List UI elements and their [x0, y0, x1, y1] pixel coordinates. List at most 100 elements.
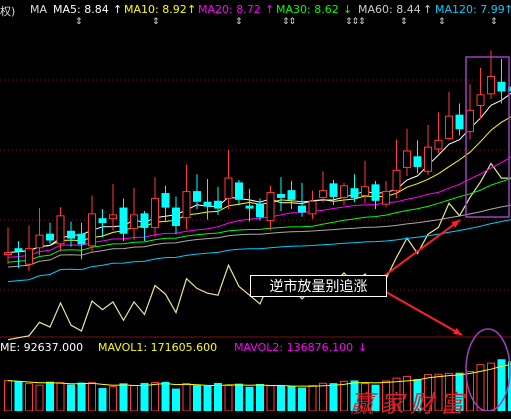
ma120-arrow-icon: ↑: [504, 3, 511, 16]
volume-bar: [47, 382, 54, 411]
signal-arrow-icon: ⇕: [400, 17, 407, 27]
volume-bar: [5, 381, 12, 411]
candle-body: [89, 214, 96, 246]
candle-body: [120, 208, 127, 233]
volume-bar: [194, 386, 201, 411]
candle-body: [299, 206, 306, 212]
candle-body: [456, 115, 463, 129]
candle-body: [173, 208, 180, 225]
ma5-arrow-icon: ↑: [113, 3, 122, 16]
annotation-box: 逆市放量别追涨: [250, 275, 387, 297]
candle-body: [162, 194, 169, 208]
candle-body: [257, 204, 264, 217]
candle-body: [414, 157, 421, 167]
volume-bar: [162, 382, 169, 411]
candle-body: [246, 206, 253, 208]
legend-ma-tag: MA: [30, 3, 47, 16]
candle-body: [15, 249, 22, 251]
volume-bar: [152, 383, 159, 411]
legend-ma120: MA120: 7.99: [435, 3, 505, 16]
candle-body: [47, 234, 54, 240]
candle-body: [404, 151, 411, 167]
ma20-arrow-icon: ↑: [265, 3, 274, 16]
legend-ma10: MA10: 8.92: [124, 3, 187, 16]
candle-body: [278, 195, 285, 198]
candle-body: [99, 219, 106, 223]
signal-arrow-icon: ⇕: [75, 17, 82, 27]
candle-body: [152, 198, 159, 227]
candle-body: [194, 192, 201, 202]
volume-bar: [299, 388, 306, 411]
candle-body: [362, 187, 369, 196]
candle-body: [131, 215, 138, 229]
legend-ma5: MA5: 8.84: [53, 3, 109, 16]
legend-ma30: MA30: 8.62: [276, 3, 339, 16]
candle-body: [225, 178, 232, 198]
signal-arrow-icon: ⇕⇕⇕: [345, 17, 365, 27]
candle-body: [288, 191, 295, 200]
volume-bar: [215, 383, 222, 411]
volume-bar: [110, 387, 117, 411]
candle-body: [36, 235, 43, 248]
signal-arrow-icon: ⇕: [235, 17, 242, 27]
candle-body: [425, 147, 432, 171]
volume-bar: [320, 383, 327, 411]
candle-body: [141, 214, 148, 228]
legend-mavol1: MAVOL1: 171605.600: [98, 341, 217, 354]
legend-ma60: MA60: 8.44: [358, 3, 421, 16]
watermark-logo: 赢家财富: [350, 384, 470, 419]
signal-arrow-icon: ⇕: [490, 17, 497, 27]
candle-body: [57, 216, 64, 244]
volume-bar: [278, 386, 285, 411]
volume-bar: [341, 381, 348, 411]
volume-bar: [267, 386, 274, 411]
ma10-arrow-icon: ↑: [187, 3, 196, 16]
candle-body: [341, 186, 348, 198]
signal-arrow-icon: ⇕⇕: [282, 17, 295, 27]
legend-ma20: MA20: 8.72: [198, 3, 261, 16]
candle-body: [5, 253, 12, 255]
ma-long-line: [8, 164, 511, 340]
volume-bar: [257, 385, 264, 412]
candle-body: [236, 183, 243, 199]
ma30-arrow-icon: ↓: [343, 3, 352, 16]
candle-body: [498, 82, 505, 91]
volume-bar: [89, 383, 96, 411]
volume-bar: [488, 363, 495, 411]
candle-body: [351, 189, 358, 198]
annotation-text: 逆市放量别追涨: [270, 276, 368, 296]
volume-legend: ME: 92637.000 MAVOL1: 171605.600 MAVOL2:…: [0, 340, 511, 356]
volume-bar: [78, 383, 85, 411]
volume-bar: [99, 389, 106, 411]
volume-bar: [309, 386, 316, 411]
candle-body: [446, 116, 453, 138]
volume-bar: [288, 386, 295, 411]
candle-body: [204, 202, 211, 206]
arrow-to-volume: [386, 292, 462, 335]
candle-body: [330, 184, 337, 197]
ma10-line: [8, 116, 511, 252]
volume-bar: [15, 382, 22, 411]
arrow-to-candles: [384, 220, 460, 276]
volume-bar: [26, 384, 33, 411]
legend-mavol2: MAVOL2: 136876.100: [234, 341, 353, 354]
candle-body: [183, 192, 190, 218]
volume-bar: [246, 387, 253, 411]
candle-body: [110, 215, 117, 219]
candle-body: [383, 192, 390, 205]
mavol2-arrow-icon: ↓: [358, 341, 367, 354]
signal-arrow-icon: ⇕: [438, 17, 445, 27]
legend-volume: ME: 92637.000: [0, 341, 83, 354]
candle-body: [467, 110, 474, 131]
candle-body: [267, 193, 274, 221]
candle-body: [309, 201, 316, 214]
candle-body: [435, 140, 442, 149]
volume-bar: [236, 384, 243, 411]
volume-bar: [131, 386, 138, 411]
volume-bar: [225, 386, 232, 411]
candle-body: [78, 234, 85, 244]
volume-bar: [120, 384, 127, 411]
volume-bar: [204, 386, 211, 411]
volume-bar: [68, 385, 75, 411]
volume-bar: [330, 384, 337, 411]
